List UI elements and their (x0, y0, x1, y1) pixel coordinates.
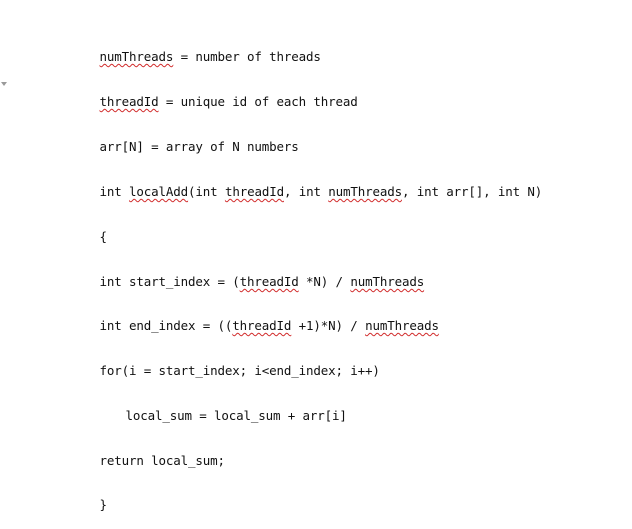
code-line-function-signature: int localAdd(int threadId, int numThread… (70, 168, 543, 216)
code-text: for(i = start_index; i<end_index; i++) (99, 363, 380, 378)
spellcheck-word: threadId (232, 318, 292, 333)
spellcheck-word: numThreads (99, 49, 174, 64)
code-line-open-brace: { (70, 213, 108, 261)
spellcheck-word: threadId (224, 184, 284, 199)
code-text: = number of threads (173, 49, 321, 64)
code-line-close-brace: } (70, 481, 108, 529)
code-text: local_sum = local_sum + arr[i] (125, 408, 347, 423)
code-text: { (99, 229, 108, 244)
code-text: , int (283, 184, 329, 199)
code-line-return: return local_sum; (70, 437, 226, 485)
code-line-for-loop: for(i = start_index; i<end_index; i++) (70, 347, 380, 395)
spellcheck-word: numThreads (328, 184, 402, 199)
code-text: int (99, 184, 130, 199)
code-line-numthreads-def: numThreads = number of threads (70, 33, 321, 81)
code-line-arr-def: arr[N] = array of N numbers (70, 123, 299, 171)
document-page[interactable]: numThreads = number of threads threadId … (0, 0, 632, 515)
code-line-end-index: int end_index = ((threadId +1)*N) / numT… (70, 302, 439, 350)
code-text: +1)*N) / (291, 318, 366, 333)
spellcheck-word: threadId (99, 94, 159, 109)
code-text: int end_index = (( (99, 318, 233, 333)
code-text: int start_index = ( (99, 274, 240, 289)
code-text: , int arr[], int N) (401, 184, 543, 199)
spellcheck-word: numThreads (365, 318, 439, 333)
code-text: (int (188, 184, 225, 199)
code-line-loop-body: local_sum = local_sum + arr[i] (96, 392, 347, 440)
code-text: } (99, 497, 108, 512)
collapse-arrow-icon[interactable] (1, 82, 7, 86)
code-line-start-index: int start_index = (threadId *N) / numThr… (70, 258, 425, 306)
code-line-threadid-def: threadId = unique id of each thread (70, 78, 358, 126)
code-text: return local_sum; (99, 453, 226, 468)
code-text: arr[N] = array of N numbers (99, 139, 299, 154)
spellcheck-word: numThreads (350, 274, 425, 289)
code-text: *N) / (298, 274, 351, 289)
spellcheck-word: threadId (239, 274, 299, 289)
code-text: = unique id of each thread (158, 94, 358, 109)
spellcheck-word: localAdd (129, 184, 189, 199)
